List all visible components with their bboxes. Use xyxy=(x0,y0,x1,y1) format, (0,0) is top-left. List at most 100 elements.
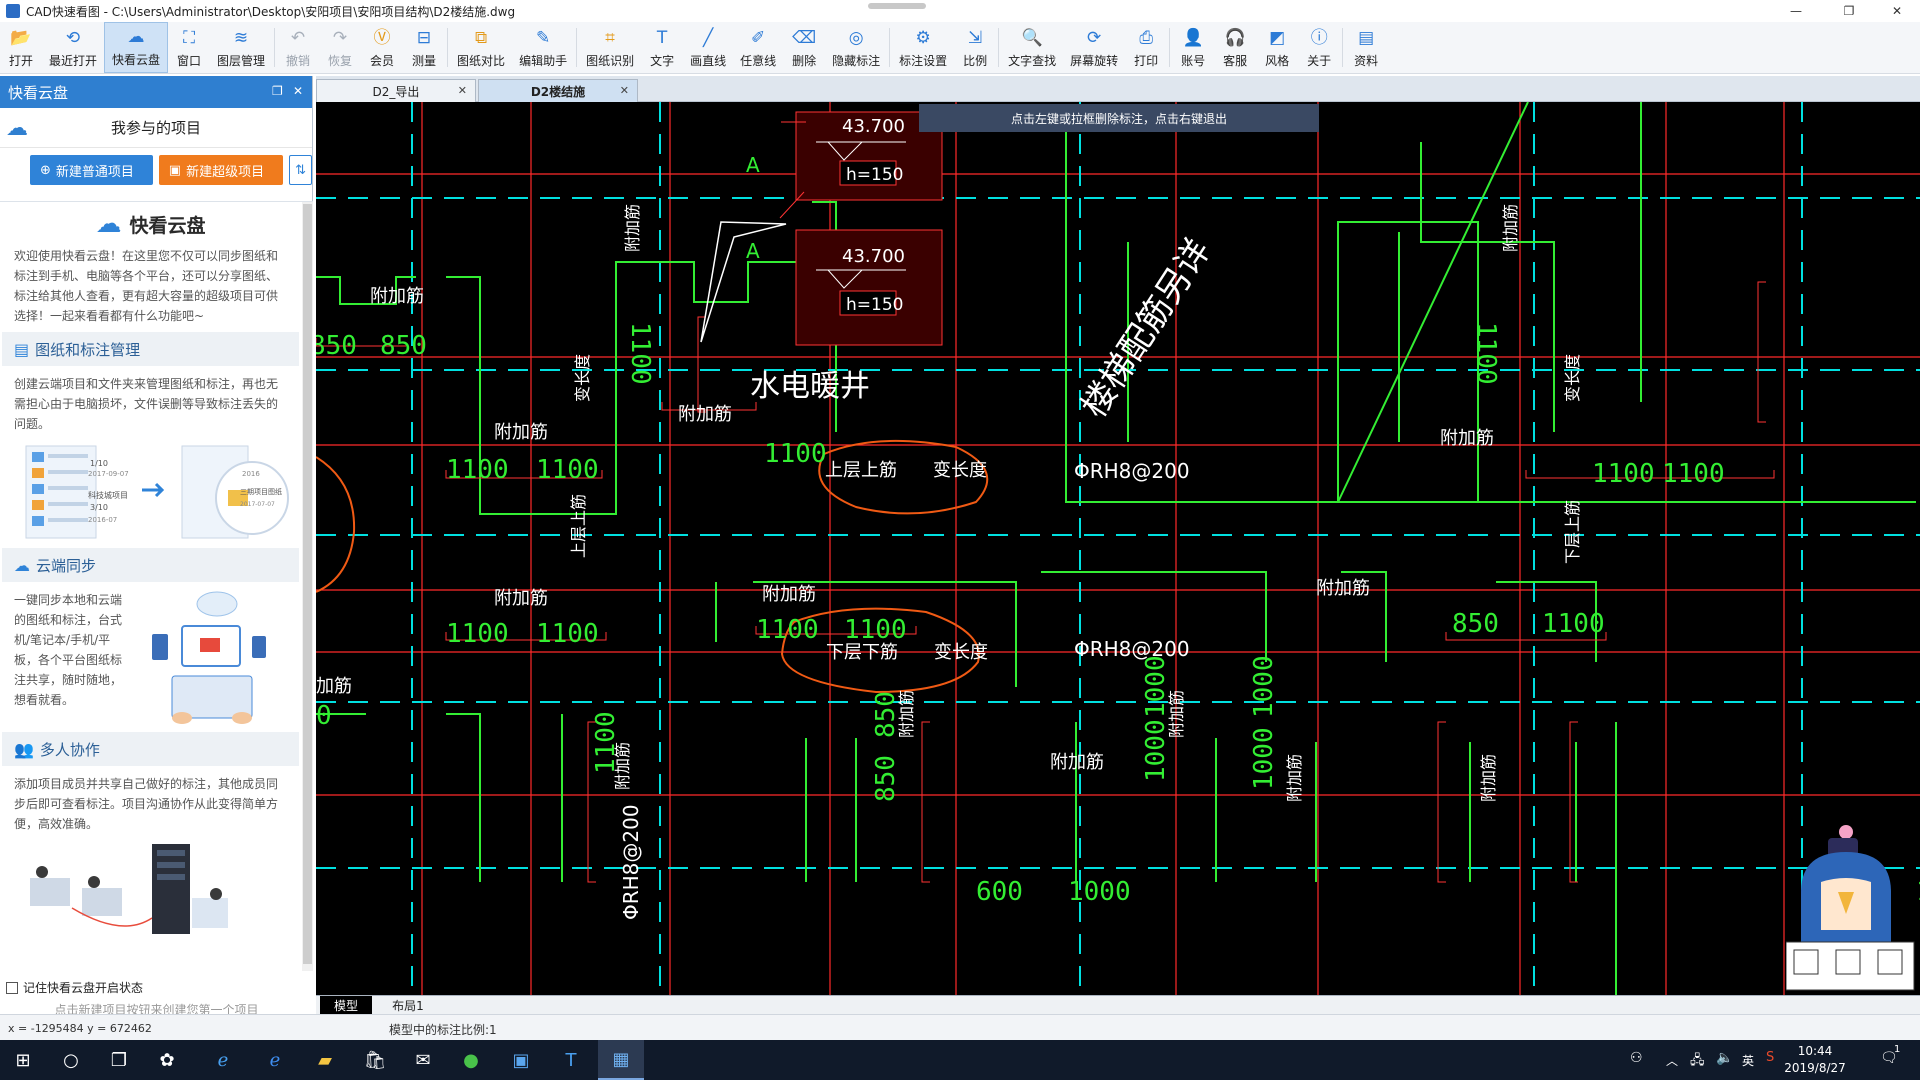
tab-layout1[interactable]: 布局1 xyxy=(380,996,436,1014)
toolbar-button-text-search[interactable]: 🔍 文字查找 xyxy=(1001,22,1063,73)
toolbar-button-print[interactable]: ⎙ 打印 xyxy=(1125,22,1167,73)
toolbar-separator xyxy=(274,28,276,67)
toolbar-button-cloud[interactable]: ☁ 快看云盘 xyxy=(104,22,169,73)
toolbar-button-hide-annotation[interactable]: ◎ 隐藏标注 xyxy=(825,22,887,73)
section-mark-a: A xyxy=(746,153,760,177)
dim-text: 600 xyxy=(976,877,1023,907)
taskbar-app-text[interactable]: T xyxy=(548,1040,594,1080)
cloud-panel: 快看云盘 ❐ ✕ ☁ 我参与的项目 ⊕ 新建普通项目 ▣ 新建超级项目 ⇅ ☁ … xyxy=(0,76,313,1028)
toolbar-button-label: 快看云盘 xyxy=(112,53,161,67)
elevation-1: 43.700 xyxy=(842,116,905,137)
toolbar-button-history[interactable]: ⟲ 最近打开 xyxy=(42,22,104,73)
toolbar-button-rotate-screen[interactable]: ⟳ 屏幕旋转 xyxy=(1063,22,1125,73)
redo-icon: ↷ xyxy=(332,28,348,48)
toolbar-button-label: 比例 xyxy=(963,54,988,68)
toolbar-button-style[interactable]: ◩ 风格 xyxy=(1256,22,1298,73)
dim-text: 1100 xyxy=(446,619,509,649)
thickness-1: h=150 xyxy=(846,165,903,185)
toolbar-button-measure[interactable]: ⊟ 测量 xyxy=(403,22,445,73)
start-button[interactable]: ⊞ xyxy=(0,1040,46,1080)
cloud-sync-icon: ☁ xyxy=(14,555,30,575)
toolbar-button-redo[interactable]: ↷ 恢复 xyxy=(319,22,361,73)
toolbar-button-label: 客服 xyxy=(1223,54,1248,68)
extra-bar-label: 附加筋 xyxy=(1440,428,1494,449)
toolbar-button-window-fit[interactable]: ⛶ 窗口 xyxy=(168,22,210,73)
taskbar-app-ie[interactable]: ℯ xyxy=(200,1040,246,1080)
minimize-button[interactable]: — xyxy=(1773,0,1819,22)
close-window-button[interactable]: ✕ xyxy=(1874,0,1920,22)
toolbar-button-compare[interactable]: ⧉ 图纸对比 xyxy=(450,22,512,73)
cloud-outline-icon: ☁ xyxy=(6,116,28,141)
lower-bar-note: 下层下筋 变长度 xyxy=(826,642,988,663)
toolbar-button-label: 撤销 xyxy=(286,54,311,68)
volume-icon[interactable]: 🔈 xyxy=(1716,1050,1733,1066)
toolbar-button-undo[interactable]: ↶ 撤销 xyxy=(277,22,319,73)
tab-d2-export[interactable]: D2_导出 ✕ xyxy=(316,79,476,102)
toolbar-button-headset[interactable]: 🎧 客服 xyxy=(1214,22,1256,73)
taskbar-app-cad[interactable]: ▦ xyxy=(598,1040,644,1080)
dim-text: 850 xyxy=(871,755,901,802)
mascot-image[interactable] xyxy=(1786,822,1916,992)
toolbar-button-vip[interactable]: Ⓥ 会员 xyxy=(361,22,403,73)
search-button[interactable]: ○ xyxy=(48,1040,94,1080)
panel-close-icon[interactable]: ✕ xyxy=(293,84,303,98)
window-title: CAD快速看图 - C:\Users\Administrator\Desktop… xyxy=(26,4,516,19)
thickness-2: h=150 xyxy=(846,295,903,315)
people-icon[interactable]: ⚇ xyxy=(1630,1050,1643,1066)
layers-icon: ≋ xyxy=(233,28,249,48)
toolbar-button-recognize[interactable]: ⌗ 图纸识别 xyxy=(579,22,641,73)
tab-d2-structure[interactable]: D2楼结施 ✕ xyxy=(478,79,638,102)
annotation-settings-icon: ⚙ xyxy=(915,28,931,48)
task-view-button[interactable]: ❐ xyxy=(96,1040,142,1080)
toolbar-button-scale[interactable]: ⇲ 比例 xyxy=(954,22,996,73)
toolbar-button-folder-open[interactable]: 📂 打开 xyxy=(0,22,42,73)
system-clock[interactable]: 10:44 2019/8/27 xyxy=(1772,1043,1858,1077)
taskbar-app-explorer[interactable]: ▰ xyxy=(302,1040,348,1080)
new-super-project-button[interactable]: ▣ 新建超级项目 xyxy=(158,155,284,185)
app-logo-icon xyxy=(6,4,20,18)
toolbar-button-layers[interactable]: ≋ 图层管理 xyxy=(210,22,272,73)
title-drag-handle[interactable] xyxy=(868,3,926,9)
taskbar-app-preview[interactable]: ▣ xyxy=(498,1040,544,1080)
toolbar-button-text[interactable]: T 文字 xyxy=(641,22,683,73)
tab-close-icon[interactable]: ✕ xyxy=(458,84,467,97)
toolbar-button-docs[interactable]: ▤ 资料 xyxy=(1345,22,1387,73)
remember-state-checkbox[interactable]: 记住快看云盘开启状态 xyxy=(6,979,143,996)
toolbar-button-annotation-settings[interactable]: ⚙ 标注设置 xyxy=(892,22,954,73)
cloud-intro-scroll[interactable]: ☁ 快看云盘 欢迎使用快看云盘！在这里您不仅可以同步图纸和标注到手机、电脑等各个… xyxy=(0,201,313,971)
extra-bar-label: 附加筋 xyxy=(1316,578,1370,599)
network-icon[interactable]: 🖧 xyxy=(1690,1051,1705,1073)
ime-indicator[interactable]: 英 xyxy=(1742,1052,1754,1069)
taskbar-app-360[interactable]: ● xyxy=(448,1040,494,1080)
cloud-intro-text: 欢迎使用快看云盘！在这里您不仅可以同步图纸和标注到手机、电脑等各个平台，还可以分… xyxy=(14,249,279,323)
sync-illustration xyxy=(152,591,266,724)
toolbar-button-edit-assistant[interactable]: ✎ 编辑助手 xyxy=(512,22,574,73)
new-normal-project-button[interactable]: ⊕ 新建普通项目 xyxy=(30,155,153,185)
toolbar-button-label: 删除 xyxy=(792,54,817,68)
tab-model[interactable]: 模型 xyxy=(320,996,372,1014)
tray-expand-icon[interactable]: ︿ xyxy=(1666,1052,1678,1069)
tab-close-icon[interactable]: ✕ xyxy=(620,84,629,97)
taskbar-app-photos[interactable]: ✿ xyxy=(144,1040,190,1080)
toolbar-button-info[interactable]: ⓘ 关于 xyxy=(1298,22,1340,73)
toolbar-button-freehand[interactable]: ✐ 任意线 xyxy=(733,22,783,73)
scrollbar-thumb[interactable] xyxy=(303,204,312,964)
toolbar-button-label: 资料 xyxy=(1354,54,1379,68)
title-bar: CAD快速看图 - C:\Users\Administrator\Desktop… xyxy=(0,0,1920,22)
taskbar-app-mail[interactable]: ✉ xyxy=(400,1040,446,1080)
my-projects-row[interactable]: ☁ 我参与的项目 xyxy=(0,108,312,148)
toolbar-button-eraser[interactable]: ⌫ 删除 xyxy=(783,22,825,73)
toolbar-button-account[interactable]: 👤 账号 xyxy=(1172,22,1214,73)
text-icon: T xyxy=(656,28,668,48)
toolbar-button-line[interactable]: ╱ 画直线 xyxy=(683,22,733,73)
maximize-button[interactable]: ❐ xyxy=(1826,0,1872,22)
checkbox-box[interactable] xyxy=(6,981,18,994)
cad-drawing-canvas[interactable]: 850 850 1100 1100 1100 1100 1100 1100 11… xyxy=(316,102,1920,995)
panel-float-icon[interactable]: ❐ xyxy=(272,84,283,98)
illus-date-2: 2016-07 xyxy=(88,516,117,524)
extra-bar-label: 附加筋 xyxy=(370,286,424,307)
sync-button[interactable]: ⇅ xyxy=(289,155,312,185)
taskbar-app-store[interactable]: 🛍 xyxy=(352,1040,398,1080)
taskbar-app-edge[interactable]: ℯ xyxy=(252,1040,298,1080)
cloud-panel-scrollbar[interactable] xyxy=(302,202,313,971)
